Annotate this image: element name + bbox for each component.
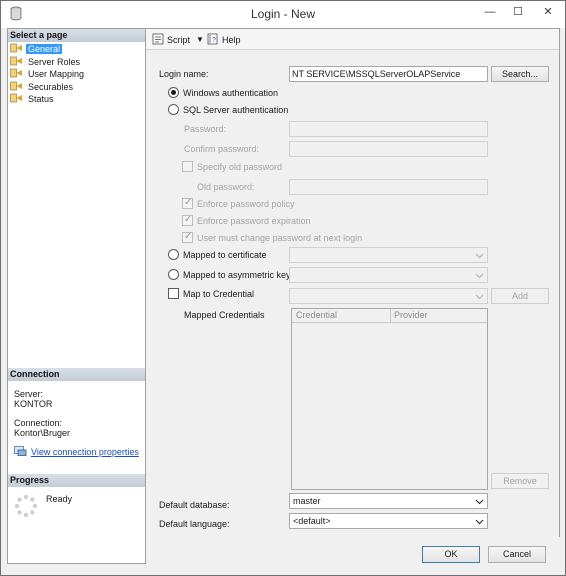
select-page-header: Select a page <box>8 29 145 42</box>
view-connection-properties-link[interactable]: View connection properties <box>31 447 139 457</box>
certificate-select[interactable] <box>289 247 488 263</box>
sql-auth-label: SQL Server authentication <box>183 105 289 115</box>
sidebar-item-label: Status <box>28 94 54 105</box>
map-credential-label: Map to Credential <box>183 289 255 299</box>
view-connection-row: View connection properties <box>8 446 145 457</box>
help-label: Help <box>222 35 241 45</box>
windows-auth-label: Windows authentication <box>183 88 279 98</box>
sql-auth-radio[interactable] <box>168 104 179 115</box>
server-label: Server: <box>14 389 44 399</box>
progress-spinner-icon <box>14 494 38 518</box>
default-database-label: Default database: <box>159 500 230 510</box>
windows-auth-radio[interactable] <box>168 87 179 98</box>
sidebar-item-label: Securables <box>28 81 74 92</box>
specify-old-password-label: Specify old password <box>197 162 283 172</box>
help-button[interactable]: ? Help <box>207 33 241 47</box>
cancel-button[interactable]: Cancel <box>488 546 546 563</box>
connection-section: Connection Server: KONTOR Connection: Ko… <box>8 368 145 457</box>
sidebar-item-user-mapping[interactable]: User Mapping <box>8 68 145 81</box>
login-new-window: Login - New — ☐ ✕ Select a page General … <box>0 0 566 576</box>
grid-header: Credential Provider <box>292 309 487 323</box>
asymmetric-key-select[interactable] <box>289 267 488 283</box>
login-name-label: Login name: <box>159 69 209 79</box>
sidebar-item-label: User Mapping <box>28 69 85 80</box>
minimize-button[interactable]: — <box>479 3 501 21</box>
ok-button[interactable]: OK <box>422 546 480 563</box>
default-database-select[interactable]: master <box>289 493 488 509</box>
enforce-expiration-checkbox[interactable] <box>182 214 193 226</box>
login-name-input[interactable]: NT SERVICE\MSSQLServerOLAPService <box>289 66 488 82</box>
mapped-certificate-radio[interactable] <box>168 249 179 260</box>
script-icon <box>152 33 164 45</box>
chevron-down-icon <box>475 253 484 259</box>
progress-header: Progress <box>8 474 145 487</box>
svg-text:?: ? <box>212 37 216 44</box>
sidebar-item-server-roles[interactable]: Server Roles <box>8 56 145 69</box>
maximize-button[interactable]: ☐ <box>507 3 529 21</box>
default-database-value: master <box>293 496 321 506</box>
chevron-down-icon <box>475 273 484 279</box>
old-password-input[interactable] <box>289 179 488 195</box>
sidebar-item-label: General <box>26 44 63 54</box>
old-password-label: Old password: <box>197 182 255 192</box>
column-header-credential[interactable]: Credential <box>296 310 337 320</box>
must-change-checkbox[interactable] <box>182 231 193 243</box>
sidebar: Select a page General Server Roles User … <box>7 28 146 564</box>
must-change-label: User must change password at next login <box>197 233 363 243</box>
enforce-expiration-label: Enforce password expiration <box>197 216 311 226</box>
title-bar: Login - New — ☐ ✕ <box>1 1 565 28</box>
search-button[interactable]: Search... <box>491 66 549 82</box>
specify-old-password-checkbox[interactable] <box>182 161 193 172</box>
chevron-down-icon <box>475 519 484 525</box>
password-label: Password: <box>184 124 227 134</box>
sidebar-item-general[interactable]: General <box>8 43 145 56</box>
sidebar-item-label: Server Roles <box>28 56 81 67</box>
enforce-policy-label: Enforce password policy <box>197 199 295 209</box>
chevron-down-icon <box>475 294 484 300</box>
connection-value: Kontor\Bruger <box>14 428 71 438</box>
map-credential-checkbox[interactable] <box>168 288 179 299</box>
credential-select[interactable] <box>289 288 488 304</box>
mapped-credentials-label: Mapped Credentials <box>184 310 265 320</box>
page-icon <box>10 68 22 78</box>
connection-label: Connection: <box>14 418 63 428</box>
confirm-password-label: Confirm password: <box>184 144 260 154</box>
server-value: KONTOR <box>14 399 53 409</box>
connection-header: Connection <box>8 368 145 381</box>
password-input[interactable] <box>289 121 488 137</box>
column-header-provider[interactable]: Provider <box>394 310 428 320</box>
confirm-password-input[interactable] <box>289 141 488 157</box>
help-icon: ? <box>207 33 218 45</box>
mapped-credentials-grid[interactable]: Credential Provider <box>291 308 488 490</box>
toolbar: Script ▼ ? Help <box>146 29 559 50</box>
connection-properties-icon <box>14 446 27 456</box>
mapped-certificate-label: Mapped to certificate <box>183 250 267 260</box>
default-language-value: <default> <box>293 516 331 526</box>
page-icon <box>10 43 22 53</box>
script-button[interactable]: Script <box>152 33 190 47</box>
page-icon <box>10 56 22 65</box>
close-button[interactable]: ✕ <box>536 3 560 21</box>
page-icon <box>10 94 22 103</box>
sidebar-item-status[interactable]: Status <box>8 93 145 106</box>
progress-section: Progress Ready <box>8 474 145 518</box>
page-list: General Server Roles User Mapping Secura… <box>8 42 145 106</box>
remove-button[interactable]: Remove <box>491 473 549 489</box>
sidebar-item-securables[interactable]: Securables <box>8 81 145 94</box>
default-language-select[interactable]: <default> <box>289 513 488 529</box>
default-language-label: Default language: <box>159 519 230 529</box>
add-button[interactable]: Add <box>491 288 549 304</box>
column-divider <box>390 309 391 322</box>
script-label: Script <box>167 35 191 45</box>
mapped-asymmetric-radio[interactable] <box>168 269 179 280</box>
progress-status: Ready <box>46 494 73 504</box>
page-icon <box>10 81 22 91</box>
enforce-policy-checkbox[interactable] <box>182 197 193 209</box>
mapped-asymmetric-label: Mapped to asymmetric key <box>183 270 291 280</box>
script-dropdown-icon[interactable]: ▼ <box>196 33 204 47</box>
chevron-down-icon <box>475 499 484 505</box>
